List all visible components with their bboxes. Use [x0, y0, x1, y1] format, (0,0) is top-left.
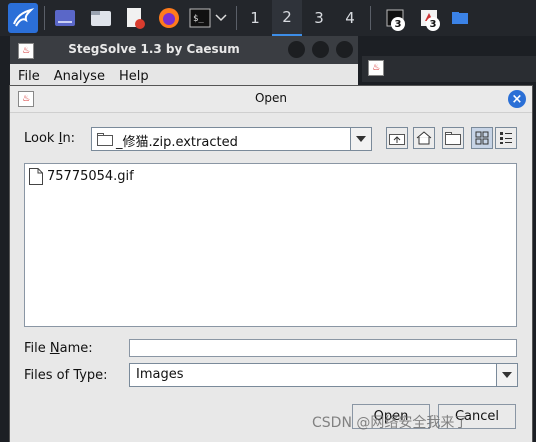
show-desktop-button[interactable] — [52, 4, 78, 32]
look-in-value: _修猫.zip.extracted — [116, 135, 238, 150]
details-view-icon — [500, 132, 512, 144]
list-item[interactable]: 75775054.gif — [29, 168, 134, 185]
file-list[interactable]: 75775054.gif — [24, 163, 517, 327]
menu-file[interactable]: File — [18, 69, 40, 84]
java-icon: ♨ — [368, 60, 384, 76]
terminal-window-count: 3 — [391, 17, 405, 31]
dialog-title: Open — [254, 91, 288, 105]
file-icon — [29, 168, 43, 185]
taskbar: $_ 1 2 3 4 3 3 — [0, 0, 536, 36]
firefox-launcher[interactable] — [156, 4, 182, 32]
stegsolve-window-count: 3 — [426, 17, 440, 31]
stegsolve-titlebar[interactable]: ♨ StegSolve 1.3 by Caesum — [10, 36, 358, 64]
workspace-3[interactable]: 3 — [304, 0, 334, 36]
kali-dragon-icon — [13, 8, 35, 27]
chevron-down-icon — [502, 372, 512, 378]
minimize-button[interactable] — [288, 41, 305, 58]
text-editor-launcher[interactable] — [122, 4, 148, 32]
file-manager-launcher[interactable] — [88, 4, 114, 32]
stegsolve-menubar: File Analyse Help — [10, 64, 358, 88]
taskbar-separator — [370, 6, 371, 30]
close-button[interactable] — [336, 41, 353, 58]
details-view-button[interactable] — [495, 127, 517, 149]
list-view-icon — [475, 131, 489, 145]
files-of-type-label: Files of Type: — [24, 368, 108, 383]
look-in-dropdown-arrow[interactable] — [350, 128, 371, 150]
watermark: CSDN @网络安全我来了 — [312, 415, 469, 431]
stegsolve-window: ♨ StegSolve 1.3 by Caesum File Analyse H… — [10, 36, 358, 88]
workspace-2[interactable]: 2 — [272, 0, 302, 36]
look-in-label: Look In: — [24, 131, 76, 146]
desktop-icon — [55, 10, 75, 26]
file-name: 75775054.gif — [47, 169, 134, 184]
folder-icon — [91, 11, 111, 26]
new-folder-icon — [445, 132, 461, 145]
folder-icon — [452, 12, 468, 24]
workspace-4[interactable]: 4 — [335, 0, 365, 36]
folder-up-icon — [389, 134, 405, 145]
files-of-type-combo[interactable]: Images — [129, 363, 518, 387]
dialog-titlebar[interactable]: ♨ Open × — [10, 86, 532, 113]
terminal-icon: $_ — [189, 8, 211, 28]
menu-analyse[interactable]: Analyse — [54, 69, 105, 84]
text-editor-icon — [127, 8, 145, 29]
workspace-1[interactable]: 1 — [240, 0, 270, 36]
files-of-type-value: Images — [136, 367, 184, 382]
open-dialog: ♨ Open × Look In: _修猫.zip.extracted 7577… — [10, 86, 532, 442]
home-icon — [416, 131, 432, 145]
menu-help[interactable]: Help — [119, 69, 149, 84]
taskbar-separator — [44, 6, 45, 30]
file-name-input[interactable] — [129, 339, 517, 357]
terminal-launcher[interactable]: $_ — [186, 4, 230, 32]
background-window-strip: ♨ — [362, 56, 536, 82]
file-name-label: File Name: — [24, 341, 93, 356]
folder-icon — [97, 133, 113, 146]
maximize-button[interactable] — [312, 41, 329, 58]
new-folder-button[interactable] — [442, 127, 464, 149]
chevron-down-icon — [215, 14, 227, 22]
kali-menu-button[interactable] — [8, 3, 38, 33]
taskbar-separator — [236, 6, 237, 30]
chevron-down-icon — [356, 136, 366, 142]
stegsolve-title: StegSolve 1.3 by Caesum — [68, 42, 240, 56]
home-button[interactable] — [413, 127, 435, 149]
look-in-combo[interactable]: _修猫.zip.extracted — [91, 127, 372, 151]
up-one-level-button[interactable] — [386, 127, 408, 149]
svg-text:$_: $_ — [193, 14, 204, 24]
folder-task-button[interactable] — [448, 4, 472, 32]
list-view-button[interactable] — [471, 127, 493, 149]
dialog-close-button[interactable]: × — [508, 90, 526, 108]
firefox-icon — [159, 8, 179, 28]
files-of-type-dropdown-arrow[interactable] — [496, 364, 517, 386]
